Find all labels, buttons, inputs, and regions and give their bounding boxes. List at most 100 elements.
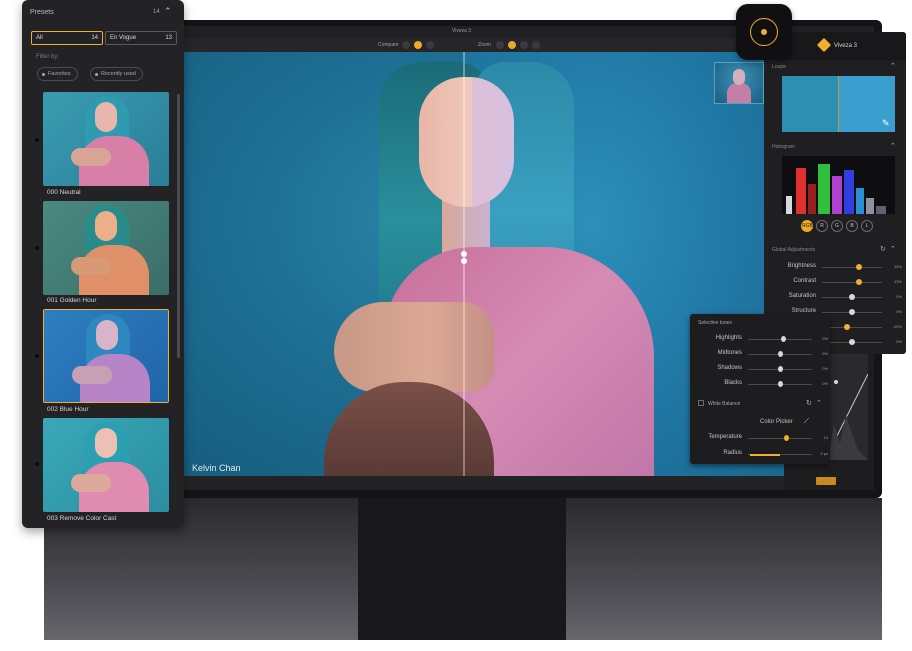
temperature-row[interactable]: Temperature 10 [690,431,830,446]
preset-label: 003 Remove Color Cast [47,515,117,522]
curve-graph[interactable] [828,354,868,460]
adjustment-label: Contrast [793,278,816,284]
adjustment-track[interactable] [822,327,882,328]
adjustment-knob[interactable] [849,339,855,345]
compare-side-button[interactable] [414,41,422,49]
tone-knob[interactable] [777,381,783,387]
tone-label: Blacks [724,380,742,386]
tone-midtones[interactable]: Midtones 0% [690,347,830,362]
temperature-track[interactable] [748,438,812,439]
preset-thumbnail-golden-hour[interactable] [43,201,169,295]
zoom-fill-button[interactable] [508,41,516,49]
adjustment-saturation[interactable]: Saturation 0% [764,290,906,305]
thumb-arm [71,148,111,166]
tone-value: 0% [822,366,828,371]
channel-g-button[interactable]: G [831,220,843,232]
white-balance-checkbox[interactable] [698,400,704,406]
compare-split-button[interactable] [402,41,410,49]
zoom-in-button[interactable] [532,41,540,49]
adjustments-panel: Viveza 3 Loupe ⌃ ✎ Histogram ⌃ RGB R G B… [764,32,906,354]
save-button[interactable] [816,477,836,485]
reset-icon[interactable]: ↻ [880,245,886,253]
tone-value: 0% [822,381,828,386]
collection-all[interactable]: All 14 [31,31,103,45]
adjustment-brightness[interactable]: Brightness 14% [764,260,906,275]
tone-shadows[interactable]: Shadows 0% [690,362,830,377]
collection-count: 14 [91,35,98,41]
thumb-arm [71,474,111,492]
curves-panel[interactable] [828,354,868,460]
histogram-collapse-icon[interactable]: ⌃ [890,142,896,150]
badge-dot [761,29,767,35]
adjustment-knob[interactable] [856,264,863,270]
split-handle[interactable] [460,250,468,274]
tone-blacks[interactable]: Blacks 0% [690,377,830,392]
white-balance-collapse-icon[interactable]: ⌃ [816,399,822,407]
preset-thumbnail-blue-hour[interactable] [43,309,169,403]
adjustment-knob[interactable] [849,294,855,300]
channel-b-button[interactable]: B [846,220,858,232]
compare-off-button[interactable] [426,41,434,49]
navigator-thumbnail[interactable] [714,62,764,104]
photo-credit: Kelvin Chan [192,463,241,473]
adjustment-knob[interactable] [844,324,851,330]
hist-bar [808,184,816,214]
adjustment-track[interactable] [822,267,882,268]
tone-knob[interactable] [780,336,786,342]
thumbnail-face [733,69,745,85]
tone-knob[interactable] [777,351,783,357]
filter-favorites-chip[interactable]: Favorites [37,67,78,81]
preset-thumbnail-neutral[interactable] [43,92,169,186]
adjustment-knob[interactable] [849,309,855,315]
preset-bullet [35,138,39,142]
tone-knob[interactable] [777,366,783,372]
hist-bar [844,170,854,214]
loupe-label: Loupe [772,64,786,70]
tone-label: Midtones [717,350,742,356]
adjustment-value: 13% [893,279,902,284]
presets-collapse-icon[interactable]: ⌃ [164,6,172,17]
temperature-knob[interactable] [783,435,789,441]
tone-label: Highlights [715,335,742,341]
eyedropper-icon[interactable]: ⟋ [804,418,809,426]
hist-bar [796,168,806,214]
hist-bar [876,206,886,214]
preset-label: 002 Blue Hour [47,406,89,413]
histogram-label: Histogram [772,144,795,150]
filter-label: Filter by: [36,54,60,60]
loupe-collapse-icon[interactable]: ⌃ [890,62,896,70]
color-picker-label: Color Picker [760,419,793,425]
zoom-label: Zoom [478,42,491,48]
filter-recent-chip[interactable]: Recently used [90,67,143,81]
adjustment-label: Brightness [787,263,816,269]
preset-thumbnail-remove-color-cast[interactable] [43,418,169,512]
global-collapse-icon[interactable]: ⌃ [890,245,896,253]
presets-title: Presets [30,9,54,16]
pin-icon[interactable]: ✎ [882,118,890,129]
white-balance-reset-icon[interactable]: ↻ [806,399,812,407]
adjustment-contrast[interactable]: Contrast 13% [764,275,906,290]
thumb-face [95,211,117,241]
adjustment-value: -25% [892,324,902,329]
adjustment-track[interactable] [822,282,882,283]
collection-en-vogue[interactable]: En Vogue 13 [105,31,177,45]
thumb-face [95,102,117,132]
channel-r-button[interactable]: R [816,220,828,232]
temperature-value: 10 [823,435,828,440]
zoom-100-button[interactable] [520,41,528,49]
hist-bar [818,164,830,214]
channel-l-button[interactable]: L [861,220,873,232]
presets-scrollbar[interactable] [177,94,180,358]
temperature-label: Temperature [708,434,742,440]
zoom-fit-button[interactable] [496,41,504,49]
monitor-neck [358,498,566,640]
adjustment-value: 14% [893,264,902,269]
product-stage: Viveza 3 Compare Zoom Kelvin Chan Viveza… [0,0,912,651]
channel-rgb-button[interactable]: RGB [801,220,813,232]
adjustment-knob[interactable] [855,279,862,285]
loupe-view[interactable]: ✎ [782,76,895,132]
tone-highlights[interactable]: Highlights 0% [690,332,830,347]
thumb-arm [71,257,111,275]
preset-label: 000 Neutral [47,189,81,196]
tone-track[interactable] [748,339,812,340]
